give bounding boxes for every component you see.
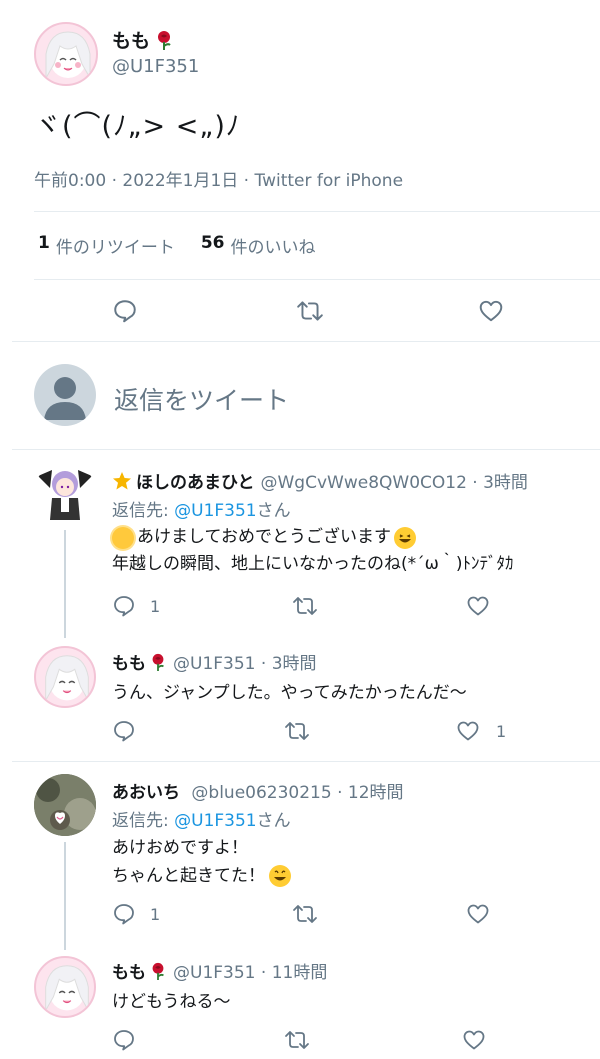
retweet-icon[interactable] [284,1028,310,1052]
replying-to-handle[interactable]: @U1F351 [174,501,257,521]
reply-name: ほしのあまひと [136,473,255,493]
reply-count: 1 [150,596,161,616]
author-handle[interactable]: @U1F351 [112,56,199,77]
replying-to-prefix: 返信先: [112,811,169,831]
reply-count: 1 [150,904,161,924]
rose-icon [154,29,174,51]
reply-avatar[interactable] [34,646,96,708]
replying-to-handle[interactable]: @U1F351 [174,811,257,831]
retweet-label[interactable]: 件のリツイート [56,233,175,258]
tweet-text: ヾ(⌒(ﾉ„> <„)ﾉ [34,111,241,142]
reply-text-line: けどもうねる〜 [112,992,231,1012]
author-name-row[interactable]: もも [112,26,174,53]
reply-name: もも [112,963,146,983]
reply-text-line: あけましておめでとうございます [137,527,391,547]
divider [12,761,600,762]
reply-icon[interactable]: 1 [112,902,160,926]
retweet-count[interactable]: 1 [38,233,50,258]
divider [34,211,600,212]
tweet-meta[interactable]: 午前0:00 · 2022年1月1日 · Twitter for iPhone [34,166,403,191]
reply-compose-input[interactable]: 返信をツイート [114,381,289,417]
reply-icon[interactable] [112,298,138,324]
thread-line [64,842,66,950]
reply-avatar[interactable] [34,956,96,1018]
reply-header[interactable]: あおいち @blue06230215 · 12時間 [112,778,404,803]
rose-icon [149,652,167,672]
like-label[interactable]: 件のいいね [231,233,316,258]
reply-line-2: ちゃんと起きてた！ [112,862,291,890]
heart-icon[interactable] [478,298,504,324]
replying-to-suffix: さん [256,811,291,831]
author-avatar[interactable] [34,22,98,86]
retweet-icon[interactable] [284,719,310,743]
reply-meta: @blue06230215 · 12時間 [191,783,404,803]
reply-meta: @WgCvWwe8QW0CO12 · 3時間 [260,473,528,493]
reply-avatar[interactable] [34,774,96,836]
tweet-stats: 1 件のリツイート 56 件のいいね [38,233,316,258]
reply-header[interactable]: もも @U1F351 · 11時間 [112,958,327,983]
reply-icon[interactable]: 1 [112,594,160,618]
retweet-icon[interactable] [292,902,318,926]
reply-avatar[interactable] [34,462,96,524]
reply-icon[interactable] [112,1028,136,1052]
reply-name: あおいち [112,783,180,803]
reply-text-line: 年越しの瞬間、地上にいなかったのね(*´ω｀)ﾄﾝﾃﾞﾀｶ [112,554,514,574]
replying-to: 返信先: @U1F351さん [112,806,291,831]
reply-icon[interactable] [112,719,136,743]
like-count[interactable]: 56 [201,233,225,258]
reply-meta: @U1F351 · 3時間 [173,654,317,674]
reply-line-1: あけましておめでとうございます [112,524,514,551]
reply-text-line: うん、ジャンプした。やってみたかったんだ〜 [112,683,467,703]
retweet-icon[interactable] [296,298,324,324]
grinning-emoji-icon [393,526,416,549]
rose-icon [149,961,167,981]
heart-icon[interactable]: 1 [456,719,506,743]
reply-header[interactable]: ほしのあまひと @WgCvWwe8QW0CO12 · 3時間 [112,468,528,493]
heart-icon[interactable] [466,594,490,618]
heart-icon[interactable] [462,1028,486,1052]
like-count: 1 [496,721,507,741]
heart-icon[interactable] [466,902,490,926]
sun-emoji-icon [112,526,134,549]
compose-avatar [34,364,96,426]
reply-meta: @U1F351 · 11時間 [173,963,328,983]
divider [34,279,600,280]
author-name: もも [112,30,151,52]
replying-to: 返信先: @U1F351さん [112,496,291,521]
reply-text: あけおめですよ！ ちゃんと起きてた！ [112,834,291,890]
reply-header[interactable]: もも @U1F351 · 3時間 [112,649,317,674]
divider [12,341,600,342]
grinning-emoji-icon [269,865,291,887]
retweet-icon[interactable] [292,594,318,618]
replying-to-suffix: さん [256,501,291,521]
divider [12,449,600,450]
reply-name: もも [112,654,146,674]
replying-to-prefix: 返信先: [112,501,169,521]
reply-text: あけましておめでとうございます 年越しの瞬間、地上にいなかったのね(*´ω｀)ﾄ… [112,524,514,578]
star-icon [112,471,132,491]
reply-text-line: ちゃんと起きてた！ [112,866,265,886]
thread-line [64,530,66,638]
reply-text-line: あけおめですよ！ [112,838,248,858]
